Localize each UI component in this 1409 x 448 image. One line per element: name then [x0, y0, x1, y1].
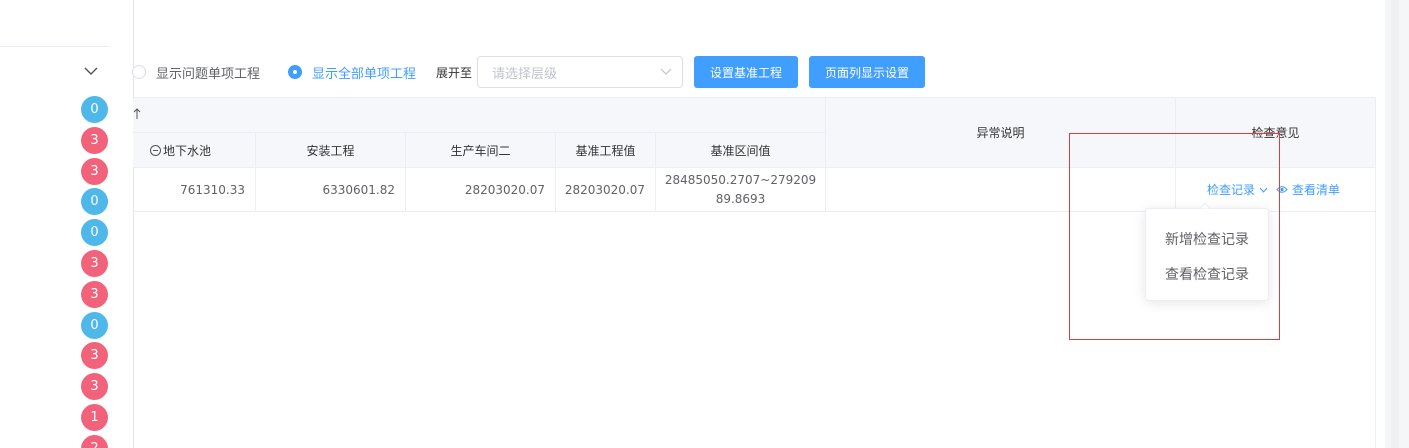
count-badge[interactable]: 3	[81, 342, 108, 370]
check-record-dropdown: 新增检查记录 查看检查记录	[1145, 203, 1269, 301]
count-badge[interactable]: 0	[81, 311, 108, 339]
cell-value: 28485050.2707~27920989.8693	[664, 172, 817, 206]
view-list-link[interactable]: 查看清单	[1292, 181, 1340, 198]
radio-show-all-items[interactable]: 显示全部单项工程	[288, 63, 416, 82]
count-badge[interactable]: 3	[81, 280, 108, 308]
header-install: 安装工程	[256, 133, 406, 168]
eye-icon[interactable]	[1276, 185, 1288, 194]
cell-abnormal	[826, 168, 1176, 212]
count-badge[interactable]: 3	[81, 373, 108, 401]
count-badge[interactable]: 0	[81, 188, 108, 216]
menu-item-add-check-record[interactable]: 新增检查记录	[1146, 221, 1268, 256]
toolbar: 显示问题单项工程 显示全部单项工程 展开至 请选择层级 设置基准工程 页面列显示…	[132, 56, 936, 88]
count-badge[interactable]: 3	[81, 157, 108, 185]
header-install-label: 安装工程	[306, 143, 355, 158]
count-badge[interactable]: 0	[81, 96, 108, 123]
level-select-placeholder: 请选择层级	[492, 66, 558, 82]
header-workshop2: 生产车间二	[406, 133, 556, 168]
level-select[interactable]: 请选择层级	[477, 56, 684, 88]
chevron-down-icon	[660, 68, 672, 75]
check-record-link[interactable]: 检查记录	[1207, 181, 1255, 198]
radio-label: 显示全部单项工程	[312, 66, 417, 82]
header-baseline-range-label: 基准区间值	[710, 143, 771, 158]
collapse-icon[interactable]	[150, 144, 161, 156]
menu-item-view-check-record[interactable]: 查看检查记录	[1146, 256, 1268, 291]
header-baseline-value: 基准工程值	[556, 133, 656, 168]
vertical-scrollbar[interactable]	[1385, 0, 1409, 448]
header-underground-pool[interactable]: 地下水池	[133, 133, 256, 168]
count-badge[interactable]: 3	[81, 249, 108, 277]
cell-value: 6330601.82	[322, 182, 395, 197]
header-group-cell	[133, 98, 826, 133]
count-badge[interactable]: 2	[81, 434, 108, 448]
cell-baseline-range: 28485050.2707~27920989.8693	[656, 168, 826, 212]
count-badge[interactable]: 0	[81, 219, 108, 247]
left-panel: 033003303312	[0, 0, 110, 448]
radio-circle[interactable]	[132, 65, 146, 79]
count-badge[interactable]: 3	[81, 126, 108, 154]
header-underground-pool-label: 地下水池	[163, 143, 212, 158]
cell-install: 6330601.82	[256, 168, 406, 212]
cell-workshop2: 28203020.07	[406, 168, 556, 212]
cell-underground-pool: 761310.33	[133, 168, 256, 212]
chevron-down-icon[interactable]	[1259, 187, 1268, 193]
scrollbar-thumb[interactable]	[1391, 0, 1399, 448]
set-baseline-button[interactable]: 设置基准工程	[694, 56, 799, 88]
radio-circle[interactable]	[288, 65, 303, 79]
badge-list: 033003303312	[81, 96, 109, 448]
header-workshop2-label: 生产车间二	[450, 143, 511, 158]
caret-up-icon	[1200, 203, 1210, 209]
page-root: 033003303312 显示问题单项工程 显示全部单项工程 展开至 请选择层级…	[0, 0, 1409, 448]
header-baseline-range: 基准区间值	[656, 133, 826, 168]
header-abnormal-label: 异常说明	[976, 126, 1025, 140]
chevron-down-icon[interactable]	[84, 66, 98, 76]
cell-baseline-value: 28203020.07	[556, 168, 656, 212]
header-opinion-label: 检查意见	[1251, 126, 1300, 140]
count-badge[interactable]: 1	[81, 403, 108, 431]
cell-value: 761310.33	[180, 182, 245, 197]
column-settings-button[interactable]: 页面列显示设置	[809, 56, 926, 88]
header-opinion: 检查意见	[1176, 98, 1376, 168]
radio-label: 显示问题单项工程	[156, 66, 261, 82]
expand-to-label: 展开至	[436, 65, 473, 80]
cell-value: 28203020.07	[564, 182, 645, 197]
row-operations: 检查记录 查看清单	[1207, 181, 1340, 198]
header-baseline-value-label: 基准工程值	[575, 143, 636, 158]
header-abnormal: 异常说明	[826, 98, 1176, 168]
cell-value: 28203020.07	[464, 182, 545, 197]
arrow-up-icon[interactable]	[133, 108, 141, 120]
left-divider	[0, 46, 110, 47]
radio-show-problem-items[interactable]: 显示问题单项工程	[132, 63, 260, 82]
